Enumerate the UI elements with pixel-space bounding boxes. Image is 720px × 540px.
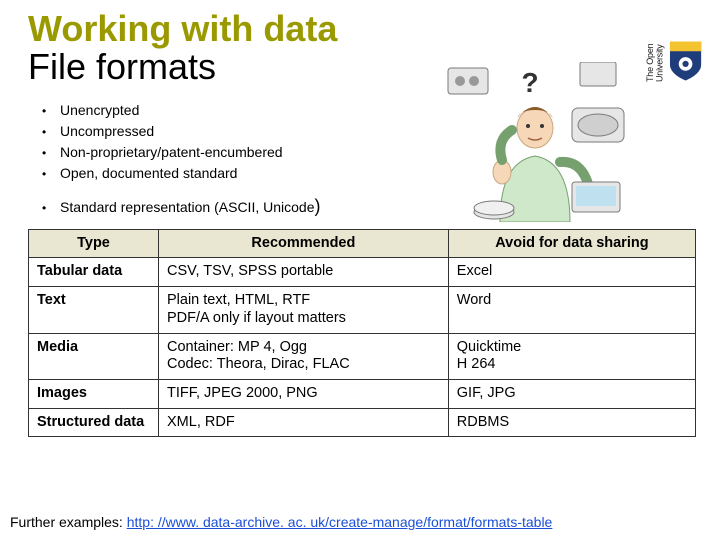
table-row: TextPlain text, HTML, RTFPDF/A only if l… — [29, 287, 696, 333]
table-row: Structured dataXML, RDFRDBMS — [29, 408, 696, 437]
bullet-icon: • — [42, 125, 60, 139]
shield-icon — [669, 40, 702, 82]
col-recommended: Recommended — [159, 229, 449, 258]
ou-logo: The Open University — [646, 14, 702, 82]
table-row: Tabular dataCSV, TSV, SPSS portableExcel — [29, 258, 696, 287]
footer-label: Further examples: — [10, 514, 127, 530]
table-header-row: Type Recommended Avoid for data sharing — [29, 229, 696, 258]
footer: Further examples: http: //www. data-arch… — [0, 514, 720, 530]
footer-link[interactable]: http: //www. data-archive. ac. uk/create… — [127, 514, 553, 530]
question-icon: ? — [521, 67, 538, 98]
col-avoid: Avoid for data sharing — [448, 229, 695, 258]
bullet-icon: • — [42, 167, 60, 181]
slide: The Open University ? — [0, 0, 720, 540]
bullet-icon: • — [42, 201, 60, 215]
table-row: MediaContainer: MP 4, OggCodec: Theora, … — [29, 333, 696, 379]
title-line1: Working with data — [28, 10, 696, 48]
thinking-person-illustration: ? — [440, 62, 630, 222]
ou-logo-text: The Open University — [646, 14, 665, 82]
formats-table: Type Recommended Avoid for data sharing … — [28, 229, 696, 438]
bullet-icon: • — [42, 146, 60, 160]
table-row: ImagesTIFF, JPEG 2000, PNGGIF, JPG — [29, 379, 696, 408]
col-type: Type — [29, 229, 159, 258]
bullet-icon: • — [42, 104, 60, 118]
